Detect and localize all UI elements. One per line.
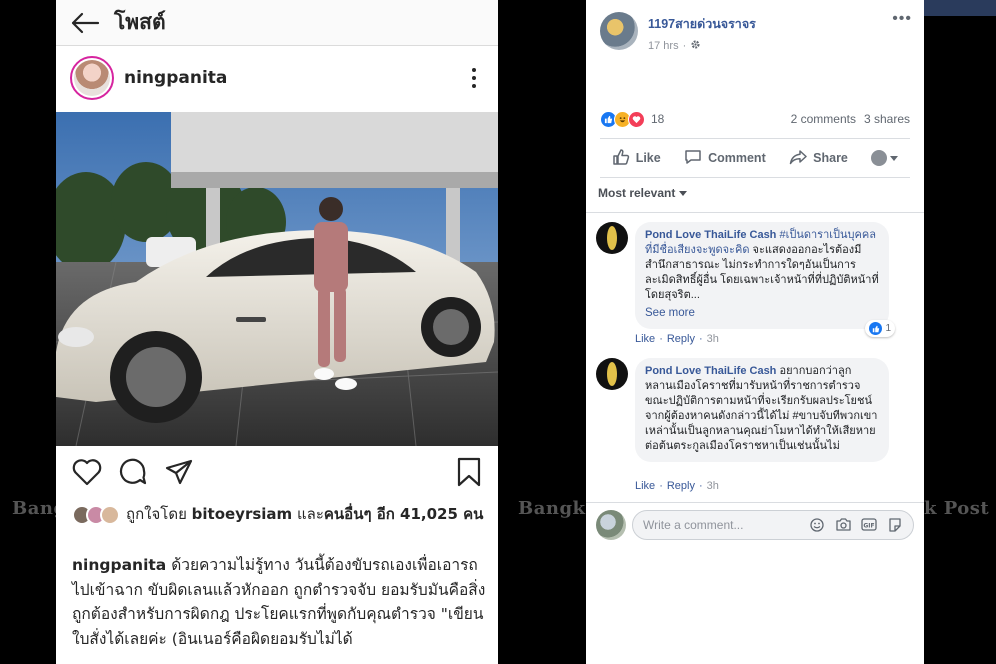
comment-like-link[interactable]: Like <box>635 480 655 492</box>
post-time[interactable]: 17 hrs <box>648 40 679 52</box>
background-strip <box>924 0 996 16</box>
back-arrow-icon[interactable] <box>56 0 114 46</box>
comment-input[interactable] <box>643 517 809 532</box>
post-caption: ningpanita ด้วยความไม่รู้ทาง วันนี้ต้องข… <box>72 553 488 651</box>
chevron-down-icon <box>890 151 899 165</box>
comment-author[interactable]: Pond Love ThaiLife Cash <box>645 229 776 241</box>
camera-icon[interactable] <box>835 517 851 533</box>
comment-text: อยากบอกว่าลูกหลานเมืองโคราชที่มารับหน้าท… <box>645 365 878 452</box>
page-title: โพสต์ <box>114 10 166 34</box>
gif-icon[interactable]: GIF <box>861 517 877 533</box>
comment-time[interactable]: 3h <box>707 333 719 345</box>
write-comment-bar: GIF <box>586 502 924 546</box>
post-options-icon[interactable]: ••• <box>892 11 912 60</box>
like-button[interactable]: Like <box>612 148 661 169</box>
fb-post-header: 1197สายด่วนจราจร 17 hrs · ••• <box>586 0 924 60</box>
comment-sort-dropdown[interactable]: Most relevant <box>598 186 688 200</box>
commenter-avatar[interactable] <box>596 222 628 254</box>
chevron-down-icon <box>679 186 688 200</box>
comment-actions: Like · Reply · 3h <box>635 333 719 345</box>
bottom-nav <box>56 650 498 664</box>
comment-bubble: Pond Love ThaiLife Cash #เป็นดาราเป็นบุค… <box>635 222 895 337</box>
post-meta: 17 hrs · <box>648 39 756 53</box>
comment-reactions[interactable]: 1 <box>865 320 895 337</box>
username[interactable]: ningpanita <box>124 68 464 88</box>
comment-like-link[interactable]: Like <box>635 333 655 345</box>
facebook-post-panel: 1197สายด่วนจราจร 17 hrs · ••• 18 2 comme… <box>586 0 924 664</box>
comment-item: Pond Love ThaiLife Cash #เป็นดาราเป็นบุค… <box>596 222 916 337</box>
like-reaction-icon <box>869 322 883 335</box>
comment-author[interactable]: Pond Love ThaiLife Cash <box>645 365 776 377</box>
emoji-icon[interactable] <box>809 517 825 533</box>
comment-button[interactable]: Comment <box>684 148 766 169</box>
comment-reply-link[interactable]: Reply <box>667 480 695 492</box>
shares-count[interactable]: 3 shares <box>864 112 910 126</box>
profile-mini-icon <box>871 150 888 166</box>
watermark-right: k Post <box>924 498 990 519</box>
my-avatar <box>596 509 626 540</box>
reactions-bar: 18 2 comments 3 shares <box>600 108 910 130</box>
liked-by-line[interactable]: ถูกใจโดย bitoeyrsiam และคนอื่นๆ อีก 41,0… <box>72 502 488 526</box>
reaction-count[interactable]: 18 <box>651 112 664 126</box>
avatar[interactable] <box>70 56 114 100</box>
share-button[interactable]: Share <box>789 148 848 169</box>
instagram-header: โพสต์ <box>56 0 498 46</box>
speech-bubble-icon <box>684 148 702 169</box>
post-author-row: ningpanita <box>56 46 498 110</box>
commenter-avatar[interactable] <box>596 358 628 390</box>
settings-gear-icon <box>690 39 701 53</box>
liked-by-others[interactable]: คนอื่นๆ อีก 41,025 คน <box>324 505 484 523</box>
page-name[interactable]: 1197สายด่วนจราจร <box>648 14 756 34</box>
comment-item: Pond Love ThaiLife Cash อยากบอกว่าลูกหลา… <box>596 358 916 462</box>
thumbs-up-icon <box>612 148 630 169</box>
comment-time[interactable]: 3h <box>707 480 719 492</box>
comments-count[interactable]: 2 comments <box>791 112 856 126</box>
post-action-buttons: Like Comment Share <box>600 138 910 178</box>
post-photo[interactable] <box>56 112 498 446</box>
comment-reply-link[interactable]: Reply <box>667 333 695 345</box>
svg-text:GIF: GIF <box>863 523 874 530</box>
comment-input-box[interactable]: GIF <box>632 509 914 540</box>
more-options-icon[interactable] <box>464 66 484 90</box>
love-reaction-icon <box>628 110 645 128</box>
share-arrow-icon <box>789 148 807 169</box>
bookmark-icon[interactable] <box>456 457 482 491</box>
caption-username[interactable]: ningpanita <box>72 556 166 574</box>
post-actions <box>56 456 498 492</box>
comment-icon[interactable] <box>118 457 148 491</box>
see-more-link[interactable]: See more <box>645 306 879 321</box>
liked-by-user[interactable]: bitoeyrsiam <box>192 505 293 523</box>
audience-selector[interactable] <box>871 150 899 166</box>
liker-avatars <box>72 504 120 525</box>
sticker-icon[interactable] <box>887 517 903 533</box>
divider <box>586 212 924 213</box>
instagram-post-panel: โพสต์ ningpanita ถูกใจโดย bitoeyrsiam แล… <box>56 0 498 664</box>
comment-bubble: Pond Love ThaiLife Cash อยากบอกว่าลูกหลา… <box>635 358 889 462</box>
page-avatar[interactable] <box>600 12 638 50</box>
share-icon[interactable] <box>164 458 194 490</box>
heart-icon[interactable] <box>72 458 102 490</box>
comment-actions: Like · Reply · 3h <box>635 480 719 492</box>
